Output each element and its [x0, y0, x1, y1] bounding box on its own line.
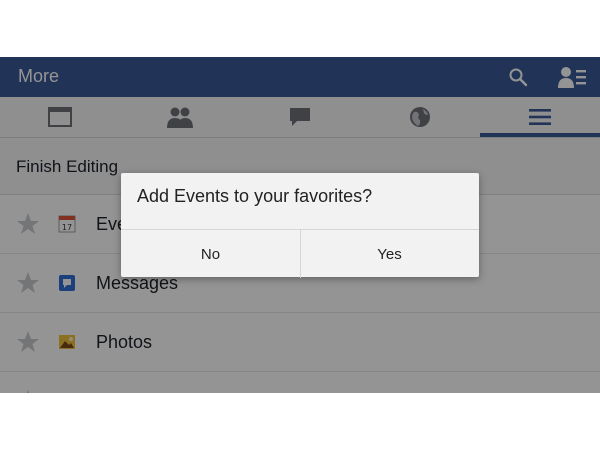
no-button[interactable]: No [121, 230, 301, 278]
dialog-buttons: No Yes [121, 229, 479, 278]
add-favorite-dialog: Add Events to your favorites? No Yes [121, 173, 479, 278]
dialog-question: Add Events to your favorites? [137, 186, 373, 206]
app-screen: More Finish Editing 17 Messages Photos A… [0, 57, 600, 393]
yes-button[interactable]: Yes [300, 230, 479, 278]
